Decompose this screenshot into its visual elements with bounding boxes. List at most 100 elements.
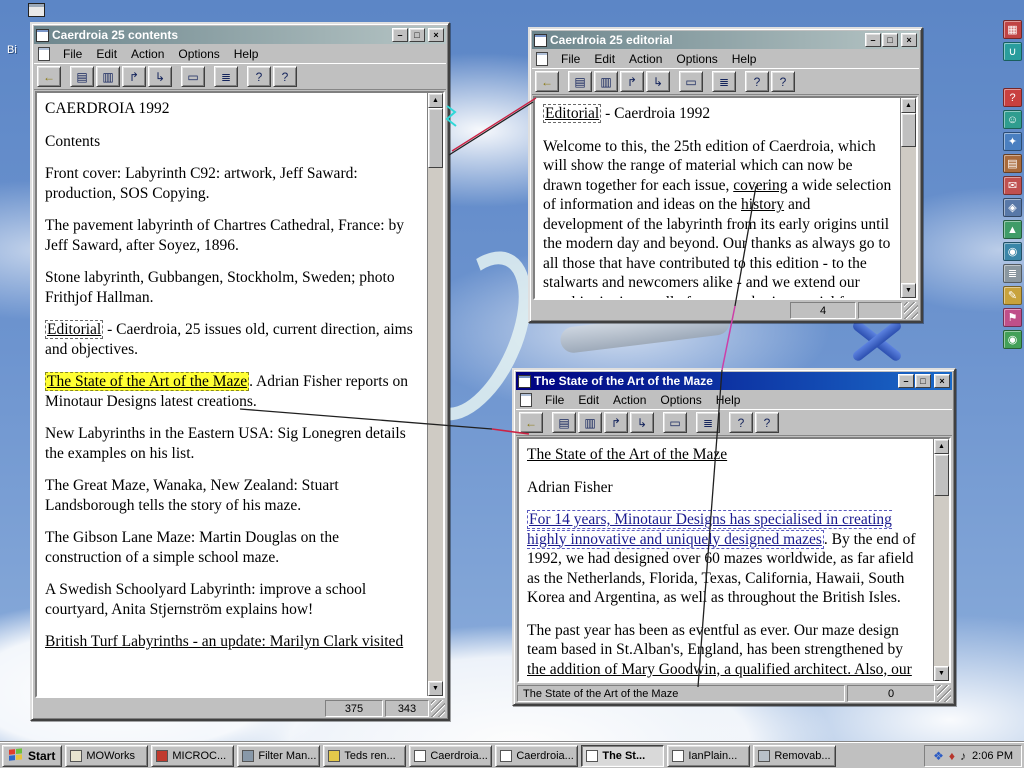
dock-flag-icon[interactable]: ⚑ <box>1003 308 1022 327</box>
document-area[interactable]: The State of the Art of the Maze Adrian F… <box>519 439 933 681</box>
scroll-down-button[interactable]: ▼ <box>934 666 949 681</box>
menu-action[interactable]: Action <box>606 392 653 408</box>
scroll-up-button[interactable]: ▲ <box>901 98 916 113</box>
clock[interactable]: 2:06 PM <box>972 750 1013 762</box>
task-button-moworks[interactable]: MOWorks <box>65 744 149 767</box>
hyperlink[interactable]: history <box>741 196 784 213</box>
menu-file[interactable]: File <box>56 46 89 62</box>
titlebar[interactable]: Caerdroia 25 contents – □ × <box>34 26 446 44</box>
link-forward-button[interactable]: ↱ <box>620 71 644 92</box>
scrollbar-thumb[interactable] <box>428 108 443 168</box>
maximize-button[interactable]: □ <box>915 374 931 388</box>
menu-options[interactable]: Options <box>171 46 226 62</box>
copy-pages-button[interactable]: ▤ <box>568 71 592 92</box>
task-button-filter-man[interactable]: Filter Man... <box>237 744 321 767</box>
replace-pages-button[interactable]: ▥ <box>594 71 618 92</box>
window-maze[interactable]: The State of the Art of the Maze – □ × Fil… <box>512 368 956 706</box>
menu-file[interactable]: File <box>554 51 587 67</box>
dock-globe-icon[interactable]: ◉ <box>1003 242 1022 261</box>
task-button-removab[interactable]: Removab... <box>753 744 837 767</box>
copy-pages-button[interactable]: ▤ <box>552 412 576 433</box>
minimize-button[interactable]: – <box>392 28 408 42</box>
tray-scheduler-icon[interactable]: ♦ <box>949 750 955 762</box>
titlebar[interactable]: Caerdroia 25 editorial – □ × <box>532 31 919 49</box>
dock-tools-icon[interactable]: ✦ <box>1003 132 1022 151</box>
dock-magnet-icon[interactable]: ∪ <box>1003 42 1022 61</box>
duplicate-document-button[interactable]: ≣ <box>712 71 736 92</box>
hyperlink[interactable]: The State of the Art of the Maze <box>45 372 250 392</box>
resize-grip[interactable] <box>904 302 918 319</box>
titlebar[interactable]: The State of the Art of the Maze – □ × <box>516 372 952 390</box>
hyperlink[interactable]: Editorial <box>543 104 602 123</box>
document-window-icon[interactable] <box>36 28 49 42</box>
scrollbar-thumb[interactable] <box>901 113 916 147</box>
duplicate-document-button[interactable]: ≣ <box>696 412 720 433</box>
task-button-teds-ren[interactable]: Teds ren... <box>323 744 407 767</box>
dock-books-icon[interactable]: ▤ <box>1003 154 1022 173</box>
context-help-button[interactable]: ? <box>755 412 779 433</box>
tray-display-icon[interactable]: ❖ <box>933 750 944 762</box>
hyperlink[interactable]: the addition of Mary Goodwin, a qualifie… <box>527 661 912 678</box>
scroll-down-button[interactable]: ▼ <box>901 283 916 298</box>
help-button[interactable]: ? <box>247 66 271 87</box>
dock-disk-icon[interactable]: ◈ <box>1003 198 1022 217</box>
open-folder-button[interactable]: ▭ <box>679 71 703 92</box>
context-help-button[interactable]: ? <box>273 66 297 87</box>
document-area[interactable]: CAERDROIA 1992 Contents Front cover: Labyr… <box>37 93 427 696</box>
document-icon[interactable] <box>536 51 548 66</box>
start-button[interactable]: Start <box>2 744 63 767</box>
task-button-the-st[interactable]: The St... <box>581 744 665 767</box>
help-button[interactable]: ? <box>745 71 769 92</box>
dock-chart-icon[interactable]: ▲ <box>1003 220 1022 239</box>
menu-options[interactable]: Options <box>669 51 724 67</box>
document-icon[interactable] <box>520 392 532 407</box>
menu-edit[interactable]: Edit <box>587 51 622 67</box>
dock-pen-icon[interactable]: ✎ <box>1003 286 1022 305</box>
window-editorial[interactable]: Caerdroia 25 editorial – □ × File Edit Actio… <box>528 27 923 323</box>
link-back-button[interactable]: ↳ <box>630 412 654 433</box>
hyperlink[interactable]: British Turf Labyrinths - an update: Mar… <box>45 633 403 650</box>
menu-help[interactable]: Help <box>227 46 266 62</box>
scroll-up-button[interactable]: ▲ <box>934 439 949 454</box>
document-window-icon[interactable] <box>518 374 531 388</box>
task-button-caerdroia[interactable]: Caerdroia... <box>409 744 493 767</box>
help-button[interactable]: ? <box>729 412 753 433</box>
dock-mail-icon[interactable]: ✉ <box>1003 176 1022 195</box>
replace-pages-button[interactable]: ▥ <box>578 412 602 433</box>
menu-action[interactable]: Action <box>124 46 171 62</box>
close-button[interactable]: × <box>428 28 444 42</box>
vertical-scrollbar[interactable]: ▲ ▼ <box>933 439 949 681</box>
copy-pages-button[interactable]: ▤ <box>70 66 94 87</box>
window-contents[interactable]: Caerdroia 25 contents – □ × File Edit Action… <box>30 22 450 721</box>
task-button-ianplain[interactable]: IanPlain... <box>667 744 751 767</box>
menu-file[interactable]: File <box>538 392 571 408</box>
link-back-button[interactable]: ↳ <box>148 66 172 87</box>
minimize-button[interactable]: – <box>865 33 881 47</box>
menu-edit[interactable]: Edit <box>89 46 124 62</box>
task-button-microc[interactable]: MICROC... <box>151 744 235 767</box>
scroll-up-button[interactable]: ▲ <box>428 93 443 108</box>
desktop-mini-window-icon[interactable] <box>28 3 45 17</box>
back-arrow-button[interactable]: ← <box>535 71 559 92</box>
task-button-caerdroia[interactable]: Caerdroia... <box>495 744 579 767</box>
tray-volume-icon[interactable]: ♪ <box>960 750 966 762</box>
resize-grip[interactable] <box>431 700 445 717</box>
open-folder-button[interactable]: ▭ <box>663 412 687 433</box>
dock-grid-icon[interactable]: ▦ <box>1003 20 1022 39</box>
vertical-scrollbar[interactable]: ▲ ▼ <box>900 98 916 298</box>
menu-action[interactable]: Action <box>622 51 669 67</box>
maximize-button[interactable]: □ <box>409 28 425 42</box>
scroll-down-button[interactable]: ▼ <box>428 681 443 696</box>
hyperlink[interactable]: covering <box>733 177 787 194</box>
open-folder-button[interactable]: ▭ <box>181 66 205 87</box>
dock-target-icon[interactable]: ◉ <box>1003 330 1022 349</box>
minimize-button[interactable]: – <box>898 374 914 388</box>
context-help-button[interactable]: ? <box>771 71 795 92</box>
hyperlink[interactable]: Editorial <box>45 320 104 340</box>
resize-grip[interactable] <box>937 685 951 702</box>
document-area[interactable]: Editorial - Caerdroia 1992 Welcome to thi… <box>535 98 900 298</box>
replace-pages-button[interactable]: ▥ <box>96 66 120 87</box>
back-arrow-button[interactable]: ← <box>519 412 543 433</box>
vertical-scrollbar[interactable]: ▲ ▼ <box>427 93 443 696</box>
link-back-button[interactable]: ↳ <box>646 71 670 92</box>
